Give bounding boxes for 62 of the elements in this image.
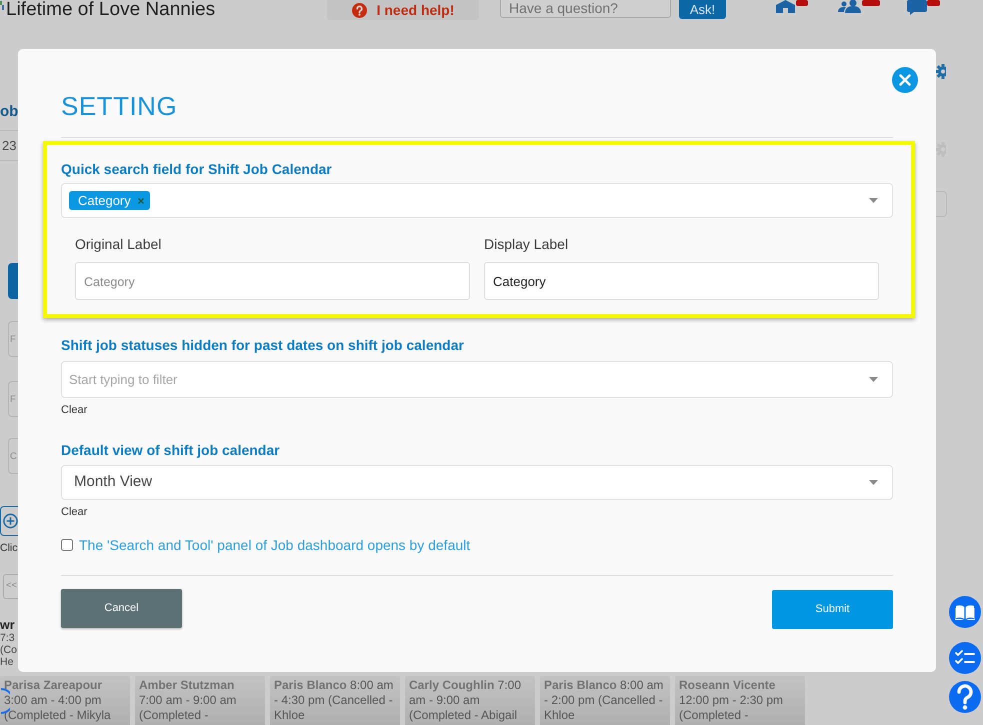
checkbox[interactable] bbox=[61, 539, 73, 551]
ask-button[interactable]: Ask! bbox=[679, 0, 726, 19]
multi-select-field[interactable]: Category bbox=[61, 183, 893, 218]
field-label: Original Label bbox=[75, 235, 162, 253]
table-cell-text: 23 bbox=[1, 136, 16, 155]
gear-icon[interactable] bbox=[936, 64, 946, 79]
event-text: He bbox=[0, 656, 14, 668]
calendar-event[interactable]: Paris Blanco 8:00 am - 2:00 pm (Cancelled - Khloe bbox=[540, 676, 670, 725]
checklist-button[interactable] bbox=[949, 642, 981, 674]
field-label: Default view of shift job calendar bbox=[61, 441, 281, 459]
notification-badge-icon bbox=[796, 0, 808, 6]
help-button[interactable]: I need help! bbox=[327, 0, 479, 20]
caret-icon[interactable] bbox=[869, 377, 878, 382]
column-heading: ob bbox=[0, 104, 18, 120]
pager-button[interactable]: << bbox=[3, 574, 18, 599]
question-field[interactable]: Have a question? bbox=[500, 0, 671, 18]
event-title: wr bbox=[0, 619, 16, 632]
help-icon bbox=[352, 2, 367, 18]
checklist-icon bbox=[955, 650, 975, 666]
cancel-button[interactable]: Cancel bbox=[61, 589, 182, 628]
text-field[interactable]: Category bbox=[75, 262, 470, 300]
checkbox-label[interactable]: The 'Search and Tool' panel of Job dashboard opens by default bbox=[79, 536, 470, 554]
event-text: (Co bbox=[0, 644, 18, 656]
calendar-event[interactable]: Paris Blanco 8:00 am - 4:30 pm (Cancelled - Khloe bbox=[270, 676, 400, 725]
action-button[interactable] bbox=[8, 263, 18, 299]
calendar-event[interactable]: Carly Coughlin 7:00 am - 9:00 am (Completed - Abigail bbox=[405, 676, 535, 725]
site-title: Lifetime of Love Nannies bbox=[6, 0, 216, 20]
caret-icon[interactable] bbox=[869, 480, 878, 485]
input-field[interactable]: F bbox=[8, 381, 18, 417]
store-icon[interactable] bbox=[775, 0, 796, 13]
field-label: Shift job statuses hidden for past dates on shift job calendar bbox=[61, 336, 465, 354]
caret-icon[interactable] bbox=[869, 198, 878, 203]
people-icon[interactable] bbox=[838, 0, 862, 13]
guide-button[interactable] bbox=[949, 596, 981, 628]
field-label: Quick search field for Shift Job Calendar bbox=[61, 160, 333, 178]
clear-link[interactable]: Clear bbox=[61, 505, 88, 519]
notification-badge-icon bbox=[862, 0, 880, 6]
input-field[interactable]: C bbox=[8, 438, 18, 474]
event-text: 7:3 bbox=[0, 632, 16, 644]
hint-text: Clic bbox=[0, 542, 18, 555]
add-icon bbox=[3, 513, 18, 529]
calendar-event[interactable]: Amber Stutzman 7:00 am - 9:00 am (Completed - bbox=[135, 676, 265, 725]
close-icon bbox=[899, 74, 911, 86]
text-field[interactable]: Category bbox=[484, 262, 879, 300]
submit-button[interactable]: Submit bbox=[772, 590, 893, 629]
view-select[interactable]: Month View bbox=[61, 465, 893, 500]
field-label: Display Label bbox=[484, 235, 570, 253]
calendar-event[interactable]: Parisa Zareapour 3:00 am - 4:00 pm (Completed - Mikyla bbox=[0, 676, 130, 725]
filter-select-field[interactable]: Start typing to filter bbox=[61, 361, 893, 398]
broken-image-icon bbox=[0, 1, 4, 10]
input-field[interactable] bbox=[936, 191, 947, 217]
dialog-title: SETTING bbox=[61, 91, 178, 121]
notification-badge-icon bbox=[927, 0, 940, 6]
filter-tag[interactable]: Category bbox=[69, 191, 150, 210]
close-button[interactable] bbox=[892, 67, 918, 93]
book-icon bbox=[955, 604, 975, 620]
calendar-event[interactable]: Roseann Vicente 12:00 pm - 2:30 pm (Completed - bbox=[675, 676, 805, 725]
help-button[interactable] bbox=[949, 681, 981, 713]
chat-icon[interactable] bbox=[907, 0, 927, 15]
remove-icon[interactable] bbox=[138, 198, 144, 204]
input-field[interactable]: F bbox=[8, 321, 18, 357]
clear-link[interactable]: Clear bbox=[61, 403, 88, 417]
